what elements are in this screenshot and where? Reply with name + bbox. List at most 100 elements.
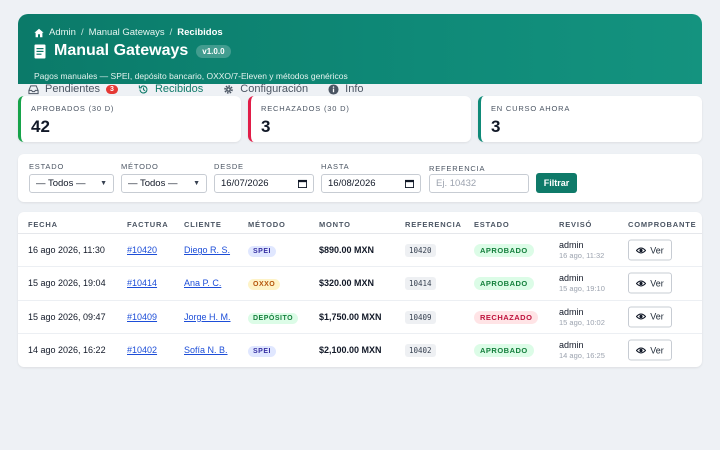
view-button-label: Ver [650,278,664,289]
stat-label: RECHAZADOS (30 D) [261,104,350,113]
cell-fecha: 16 ago 2026, 11:30 [28,245,105,256]
stat-value: 42 [31,117,50,136]
reference-chip: 10420 [405,244,436,258]
header-estado: ESTADO [474,220,510,229]
eye-icon [636,280,647,287]
metodo-select-value: — Todos — [128,178,178,189]
client-link[interactable]: Diego R. S. [184,245,230,255]
header-metodo: MÉTODO [248,220,286,229]
metodo-label: MÉTODO [121,162,159,171]
filter-button[interactable]: Filtrar [536,173,577,193]
header-fecha: FECHA [28,220,58,229]
reference-chip: 10402 [405,344,436,358]
reviewer-name: admin [559,273,584,284]
review-time: 15 ago, 19:10 [559,284,605,294]
view-button-label: Ver [650,245,664,256]
calendar-icon[interactable] [298,179,307,188]
referencia-label: REFERENCIA [429,164,486,173]
cell-monto: $890.00 MXN [319,245,375,256]
document-icon [34,44,46,58]
gear-icon [224,84,234,94]
desde-date-input[interactable]: 16/07/2026 [214,174,314,193]
home-icon[interactable] [34,28,44,38]
invoice-link[interactable]: #10420 [127,245,157,255]
method-badge: SPEI [248,246,276,258]
tab-configuracion[interactable]: Configuración [223,83,308,95]
cell-fecha: 15 ago 2026, 09:47 [28,311,106,322]
breadcrumb: Admin / Manual Gateways / Recibidos [34,27,223,38]
view-receipt-button[interactable]: Ver [628,339,672,361]
method-badge: OXXO [248,279,281,291]
hasta-date-input[interactable]: 16/08/2026 [321,174,421,193]
table-row: 15 ago 2026, 09:47 #10409 Jorge H. M. DE… [18,301,702,334]
view-receipt-button[interactable]: Ver [628,306,672,328]
tab-info[interactable]: Info [328,83,364,95]
reference-chip: 10409 [405,310,436,324]
stat-card-in-progress: EN CURSO AHORA 3 [478,96,702,142]
client-link[interactable]: Jorge H. M. [184,312,231,322]
reviewer-name: admin [559,340,584,351]
referencia-input[interactable]: Ej. 10432 [429,174,529,193]
cell-monto: $320.00 MXN [319,278,375,289]
view-receipt-button[interactable]: Ver [628,239,672,261]
method-badge: SPEI [248,346,276,358]
estado-label: ESTADO [29,162,65,171]
hasta-label: HASTA [321,162,350,171]
breadcrumb-separator: / [169,27,173,38]
desde-date-value: 16/07/2026 [221,178,269,189]
invoice-link[interactable]: #10402 [127,345,157,355]
stat-label: APROBADOS (30 D) [31,104,115,113]
header-monto: MONTO [319,220,351,229]
cell-monto: $2,100.00 MXN [319,345,382,356]
calendar-icon[interactable] [405,179,414,188]
client-link[interactable]: Sofía N. B. [184,345,228,355]
hasta-date-value: 16/08/2026 [328,178,376,189]
table-header-row: FECHA FACTURA CLIENTE MÉTODO MONTO REFER… [18,212,702,234]
stat-value: 3 [261,117,271,136]
review-time: 15 ago, 10:02 [559,317,605,327]
status-badge: RECHAZADO [474,310,539,324]
stat-label: EN CURSO AHORA [491,104,571,113]
desde-label: DESDE [214,162,244,171]
version-badge: v1.0.0 [196,44,231,58]
estado-select-value: — Todos — [36,178,86,189]
tab-configuracion-label: Configuración [240,83,309,95]
metodo-select[interactable]: — Todos — ▼ [121,174,207,193]
referencia-placeholder: Ej. 10432 [436,178,477,189]
table-row: 15 ago 2026, 19:04 #10414 Ana P. C. OXXO… [18,267,702,301]
table-row: 16 ago 2026, 11:30 #10420 Diego R. S. SP… [18,234,702,268]
pending-count-badge: 3 [106,84,118,94]
tab-pendientes-label: Pendientes [45,83,101,95]
eye-icon [636,247,647,254]
status-badge: APROBADO [474,244,534,258]
stat-value: 3 [491,117,501,136]
filters-panel: ESTADO — Todos — ▼ MÉTODO — Todos — ▼ DESD… [18,154,702,202]
stat-card-rejected: RECHAZADOS (30 D) 3 [248,96,471,142]
payments-table: FECHA FACTURA CLIENTE MÉTODO MONTO REFER… [18,212,702,367]
chevron-down-icon: ▼ [100,180,107,187]
reviewer-name: admin [559,240,584,251]
breadcrumb-current: Recibidos [177,27,223,38]
breadcrumb-manual-gateways[interactable]: Manual Gateways [89,27,165,38]
header-referencia: REFERENCIA [405,220,462,229]
tab-bar: Pendientes 3 Recibidos Configuración Inf… [18,82,702,96]
header-comprobante: COMPROBANTE [628,220,697,229]
breadcrumb-admin[interactable]: Admin [49,27,76,38]
page-subtitle: Pagos manuales — SPEI, depósito bancario… [34,71,348,81]
reviewer-name: admin [559,306,584,317]
invoice-link[interactable]: #10414 [127,278,157,288]
method-badge: DEPÓSITO [248,312,299,324]
cell-fecha: 15 ago 2026, 19:04 [28,278,106,289]
tab-pendientes[interactable]: Pendientes 3 [28,83,118,95]
history-icon [138,84,148,93]
estado-select[interactable]: — Todos — ▼ [29,174,114,193]
view-button-label: Ver [650,345,664,356]
page-header: Admin / Manual Gateways / Recibidos Manu… [18,14,702,84]
client-link[interactable]: Ana P. C. [184,278,221,288]
eye-icon [636,313,647,320]
info-icon [328,83,339,95]
tab-recibidos[interactable]: Recibidos [138,83,203,95]
view-receipt-button[interactable]: Ver [628,272,672,294]
invoice-link[interactable]: #10409 [127,312,157,322]
table-row: 14 ago 2026, 16:22 #10402 Sofía N. B. SP… [18,334,702,367]
